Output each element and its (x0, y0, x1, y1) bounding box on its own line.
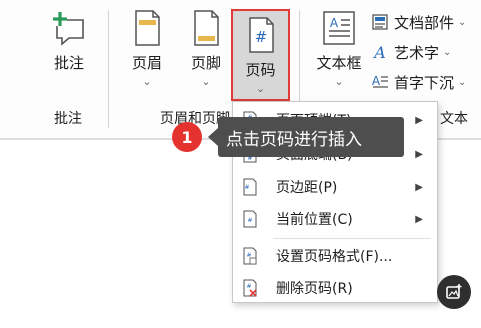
svg-text:A: A (372, 74, 381, 88)
current-position-icon: # (243, 210, 257, 228)
add-comment-button[interactable]: 批注 (44, 0, 94, 104)
menu-item-label: 页边距(P) (276, 180, 338, 196)
drop-cap-icon: A (372, 74, 388, 88)
callout-tooltip: 点击页码进行插入 (218, 117, 404, 157)
text-box-icon: A (323, 11, 355, 45)
quick-parts-button[interactable]: 文档部件 ⌄ (371, 10, 466, 34)
header-icon (135, 10, 160, 46)
header-label: 页眉 (131, 54, 162, 72)
quick-parts-icon (372, 14, 388, 30)
header-button[interactable]: 页眉 ⌄ (124, 0, 170, 104)
svg-text:#: # (244, 184, 249, 191)
wordart-label: 艺术字 (394, 43, 440, 62)
footer-label: 页脚 (190, 54, 221, 72)
chevron-down-icon: ⌄ (201, 75, 211, 88)
menu-item-page-margin[interactable]: # 页边距(P) ▶ (233, 171, 437, 203)
footer-button[interactable]: 页脚 ⌄ (183, 0, 229, 104)
menu-item-format-page-number[interactable]: # 设置页码格式(F)... (233, 240, 437, 272)
submenu-arrow-icon: ▶ (415, 213, 423, 225)
group-label-text: 文本 (440, 111, 468, 127)
svg-text:A: A (330, 16, 339, 30)
text-box-button[interactable]: A 文本框 ⌄ (311, 0, 367, 104)
chevron-down-icon: ⌄ (334, 75, 344, 88)
chevron-down-icon: ⌄ (443, 46, 452, 58)
menu-item-current-position[interactable]: # 当前位置(C) ▶ (233, 203, 437, 235)
group-label-comment: 批注 (54, 111, 82, 127)
menu-item-remove-page-number[interactable]: # 删除页码(R) (233, 272, 437, 304)
footer-icon (194, 10, 219, 46)
submenu-arrow-icon: ▶ (415, 181, 423, 193)
drop-cap-button[interactable]: A 首字下沉 ⌄ (371, 70, 467, 94)
add-comment-label: 批注 (53, 54, 84, 72)
page-number-icon: # (248, 17, 274, 53)
text-box-label: 文本框 (316, 54, 362, 72)
submenu-arrow-icon: ▶ (415, 148, 423, 160)
step-number-badge: 1 (172, 122, 202, 152)
image-edit-icon (446, 284, 462, 299)
chevron-down-icon: ⌄ (458, 76, 467, 88)
wordart-button[interactable]: A 艺术字 ⌄ (371, 40, 451, 64)
svg-text:#: # (247, 217, 252, 224)
group-separator (108, 10, 109, 128)
chevron-down-icon: ⌄ (458, 16, 467, 28)
chevron-down-icon: ⌄ (142, 75, 152, 88)
drop-cap-label: 首字下沉 (394, 73, 455, 92)
menu-divider (273, 238, 431, 239)
page-number-label: 页码 (245, 61, 276, 79)
format-page-number-icon: # (243, 247, 257, 265)
quick-parts-label: 文档部件 (394, 13, 455, 32)
add-comment-icon (53, 12, 84, 46)
menu-item-label: 设置页码格式(F)... (276, 249, 393, 265)
svg-text:#: # (254, 28, 267, 46)
callout-arrow (208, 128, 218, 146)
wordart-icon: A (372, 43, 386, 61)
page-number-button[interactable]: # 页码 ⌄ (231, 9, 290, 101)
chevron-down-icon: ⌄ (255, 82, 266, 95)
menu-item-label: 删除页码(R) (276, 281, 353, 297)
svg-text:A: A (372, 43, 386, 61)
page-margin-icon: # (243, 178, 257, 196)
remove-page-number-icon: # (243, 279, 257, 297)
edit-image-button[interactable] (437, 275, 471, 309)
submenu-arrow-icon: ▶ (415, 114, 423, 126)
callout-text: 点击页码进行插入 (226, 129, 362, 150)
svg-text:#: # (246, 283, 251, 290)
menu-item-label: 当前位置(C) (276, 212, 353, 228)
